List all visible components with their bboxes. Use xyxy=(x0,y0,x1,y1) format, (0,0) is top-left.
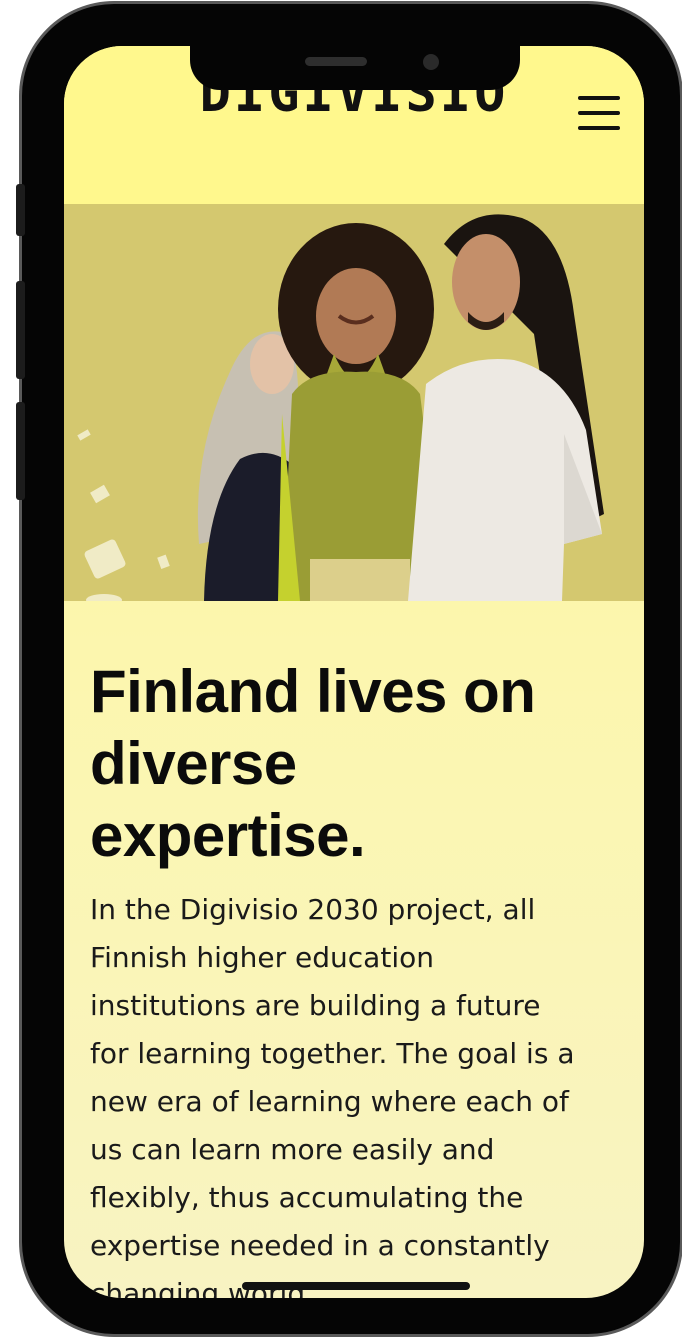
front-camera-icon xyxy=(423,54,439,70)
hero-image xyxy=(64,204,644,606)
paragraph-line: In the Digivisio 2030 project, all xyxy=(90,893,536,926)
headline-line: expertise. xyxy=(90,802,366,869)
intro-paragraph: In the Digivisio 2030 project, all Finni… xyxy=(90,886,622,1298)
paragraph-line: Finnish higher education xyxy=(90,941,434,974)
paragraph-line: expertise needed in a constantly xyxy=(90,1229,550,1262)
phone-notch xyxy=(190,46,520,90)
paragraph-line: us can learn more easily and xyxy=(90,1133,495,1166)
headline-line: Finland lives on xyxy=(90,658,536,725)
phone-screen: DIGIVISIO Finland lives on diverse exper… xyxy=(64,46,644,1298)
headline-line: diverse xyxy=(90,730,297,797)
speaker-grille xyxy=(305,57,367,66)
volume-down-button xyxy=(16,402,25,500)
home-indicator[interactable] xyxy=(242,1282,470,1290)
paragraph-line: for learning together. The goal is a xyxy=(90,1037,575,1070)
paragraph-line: new era of learning where each of xyxy=(90,1085,569,1118)
intro-section: Finland lives on diverse expertise. In t… xyxy=(90,656,622,1298)
volume-up-button xyxy=(16,281,25,379)
silent-switch xyxy=(16,184,25,236)
paragraph-line: institutions are building a future xyxy=(90,989,541,1022)
hamburger-menu-icon[interactable] xyxy=(578,96,620,132)
paragraph-line: flexibly, thus accumulating the xyxy=(90,1181,524,1214)
page-headline: Finland lives on diverse expertise. xyxy=(90,656,622,872)
